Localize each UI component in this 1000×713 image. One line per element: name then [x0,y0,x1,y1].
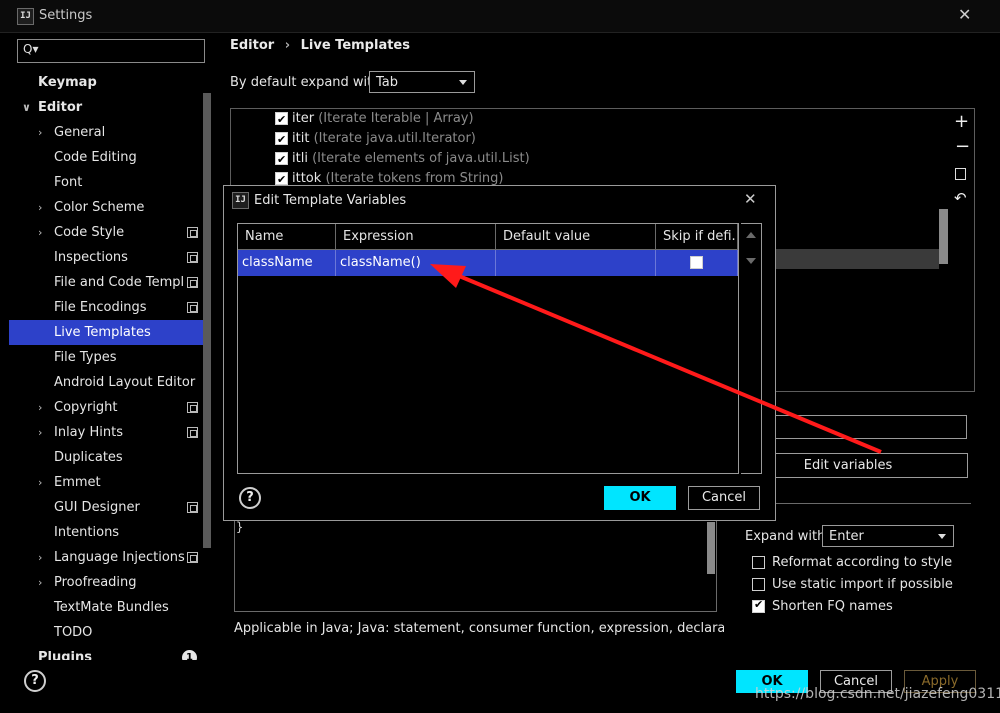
annotation-arrow [430,264,882,454]
annotation-arrow-head [430,264,466,288]
annotation-arrow-line [439,266,882,454]
settings-window: IJ Settings ✕ Q▾ Keymap ∨ Editor › General… [0,0,1000,713]
